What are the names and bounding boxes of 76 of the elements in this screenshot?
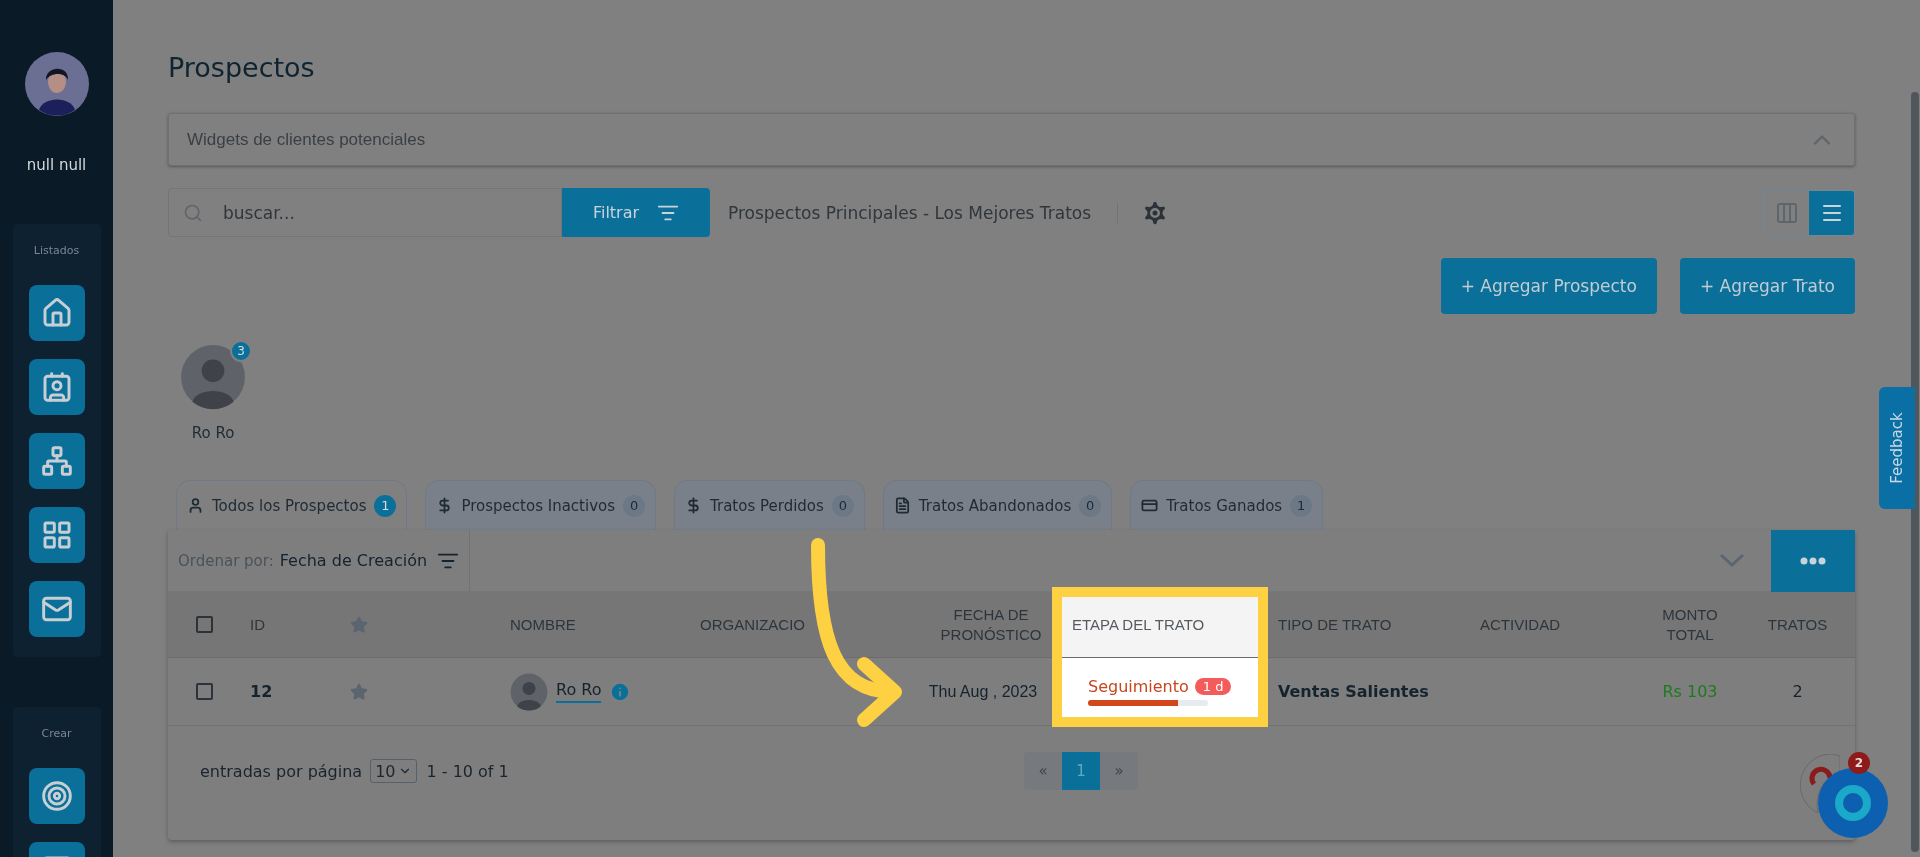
user-icon <box>187 497 204 514</box>
file-icon <box>893 497 911 514</box>
target-icon <box>40 780 73 812</box>
per-page-select[interactable]: 10 <box>370 759 417 783</box>
table-cell: Ventas Salientes <box>1278 682 1429 701</box>
count-badge: 0 <box>623 494 646 517</box>
tab[interactable]: Todos los Prospectos 1 <box>176 480 408 530</box>
feedback-tab[interactable]: Feedback <box>1879 387 1915 509</box>
section-title: Listados <box>33 244 80 257</box>
table-cell: 2 <box>1792 682 1803 701</box>
ring-icon <box>1833 783 1873 823</box>
count-badge: 0 <box>831 494 854 517</box>
star-icon[interactable] <box>350 682 368 701</box>
target-button[interactable] <box>28 768 85 824</box>
tab[interactable]: Tratos Ganados 1 <box>1130 480 1324 530</box>
checkbox[interactable] <box>196 683 213 700</box>
add-button[interactable]: + Agregar Trato <box>1679 258 1855 314</box>
count-badge: 1 <box>1290 494 1313 517</box>
column-header: ETAPA DEL TRATO <box>1072 614 1205 635</box>
tab[interactable]: Prospectos Inactivos 0 <box>425 480 657 530</box>
column-header: ID <box>250 614 265 635</box>
page-title: Prospectos <box>168 52 316 83</box>
table-cell: Thu Aug , 2023 <box>928 682 1038 701</box>
page-button[interactable]: 1 <box>1062 752 1100 790</box>
count-badge: 1 <box>374 494 397 517</box>
home-button[interactable] <box>28 285 85 341</box>
table-cell: Rs 103 <box>1662 682 1718 701</box>
page-button[interactable]: « <box>1024 752 1062 790</box>
search-input[interactable]: buscar... <box>221 201 471 224</box>
panel-title: Widgets de clientes potenciales <box>187 129 426 150</box>
user-avatar[interactable] <box>24 52 89 116</box>
list-view-button[interactable] <box>1809 190 1854 235</box>
kanban-icon <box>1774 200 1799 225</box>
search-icon <box>183 202 203 223</box>
filter-button[interactable]: Filtrar <box>562 188 710 237</box>
notification-badge: 2 <box>1848 752 1870 774</box>
column-header: ORGANIZACIO <box>700 614 805 635</box>
age-badge: 1 d <box>1194 678 1232 695</box>
grid-button[interactable] <box>28 507 85 563</box>
mail-button[interactable] <box>28 581 85 637</box>
table-cell: 12 <box>250 682 273 701</box>
sort-button[interactable]: Fecha de Creación <box>279 549 460 572</box>
more-button[interactable] <box>1771 529 1855 592</box>
view-name: Prospectos Principales - Los Mejores Tratos <box>728 202 1119 223</box>
section-title: Crear <box>41 727 72 740</box>
hierarchy-button[interactable] <box>28 433 85 489</box>
range-text: 1 - 10 of 1 <box>426 761 509 781</box>
count-badge: 0 <box>1079 494 1102 517</box>
contact-link[interactable]: Ro Ro <box>556 680 602 703</box>
stage-label: Seguimiento <box>1088 677 1189 696</box>
widgets-panel[interactable]: Widgets de clientes potenciales <box>168 113 1855 166</box>
owner-avatar <box>180 344 246 410</box>
scrollbar[interactable] <box>1911 92 1919 852</box>
owner-name[interactable]: Ro Ro <box>191 424 235 442</box>
user-name: null null <box>26 156 87 174</box>
tab[interactable]: Tratos Perdidos 0 <box>674 480 865 530</box>
checkbox[interactable] <box>196 616 213 633</box>
tab[interactable]: Tratos Abandonados 0 <box>882 480 1113 530</box>
column-header: FECHA DE PRONÓSTICO <box>939 605 1043 644</box>
per-page-label: entradas por página <box>200 761 363 781</box>
column-header: TIPO DE TRATO <box>1278 614 1392 635</box>
column-header: NOMBRE <box>510 614 576 635</box>
hierarchy-icon <box>40 445 73 477</box>
page-button[interactable]: » <box>1100 752 1138 790</box>
chevron-icon <box>1719 553 1745 568</box>
card-icon <box>1141 497 1159 514</box>
column-header: ACTIVIDAD <box>1480 614 1560 635</box>
more-icon <box>1800 556 1826 565</box>
count-badge: 3 <box>230 340 252 362</box>
contact-avatar <box>510 672 548 711</box>
column-header: TRATOS <box>1767 614 1828 635</box>
star-icon <box>350 615 368 634</box>
search-field[interactable]: buscar... <box>168 188 562 237</box>
contact-button[interactable] <box>28 359 85 415</box>
column-header: MONTO TOTAL <box>1661 605 1719 644</box>
add-button[interactable]: + Agregar Prospecto <box>1440 258 1657 314</box>
